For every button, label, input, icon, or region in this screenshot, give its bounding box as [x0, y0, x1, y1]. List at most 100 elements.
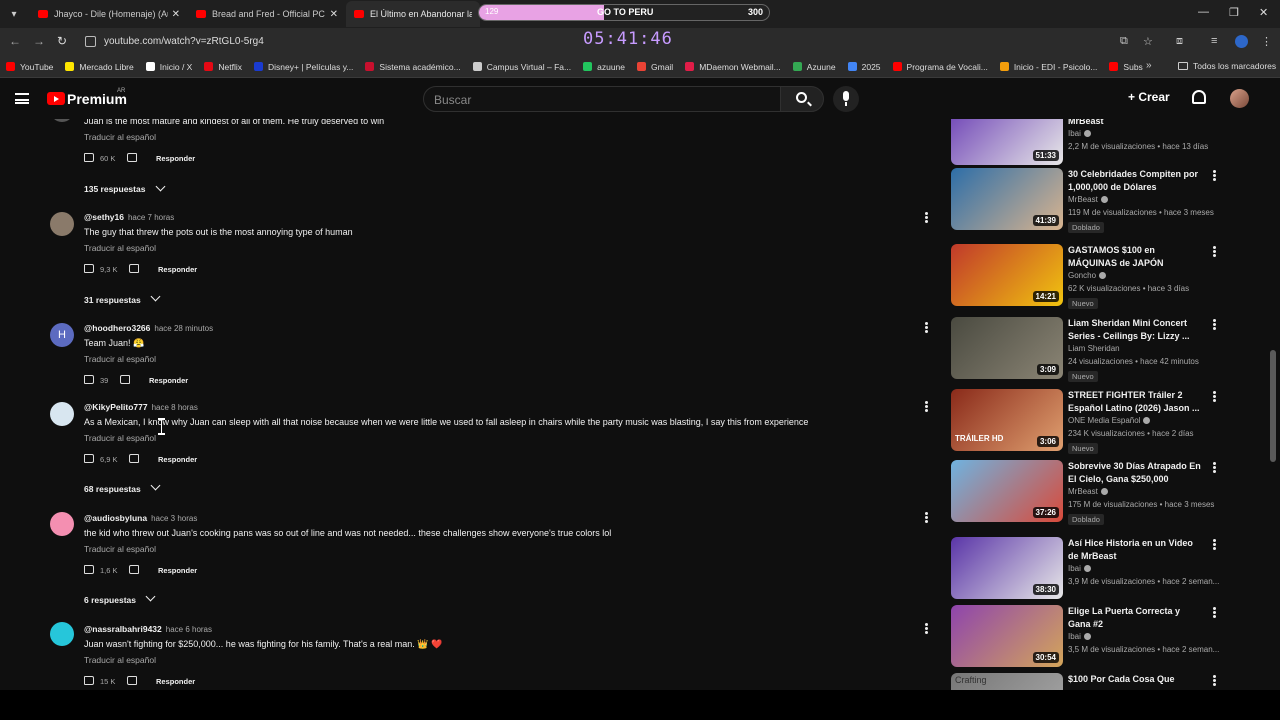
site-info-icon[interactable]: [85, 36, 96, 47]
video-thumbnail[interactable]: 37:26: [951, 460, 1063, 522]
view-replies-button[interactable]: 31 respuestas: [84, 295, 141, 305]
bookmark-item[interactable]: 2025: [847, 62, 881, 72]
comment-avatar[interactable]: [50, 402, 74, 426]
close-window-icon[interactable]: ✕: [1259, 6, 1268, 19]
media-icon[interactable]: ≡: [1211, 35, 1217, 47]
reply-button[interactable]: Responder: [149, 376, 188, 385]
comment-menu-icon[interactable]: [925, 512, 928, 523]
like-icon[interactable]: [84, 565, 94, 574]
bookmark-item[interactable]: Subs: [1109, 62, 1143, 72]
like-icon[interactable]: [84, 676, 94, 685]
video-title[interactable]: $100 Por Cada Cosa Que: [1068, 673, 1203, 686]
back-icon[interactable]: ←: [9, 34, 21, 48]
video-title[interactable]: 30 Celebridades Compiten por 1,000,000 d…: [1068, 168, 1203, 194]
video-menu-icon[interactable]: [1213, 607, 1216, 618]
video-title[interactable]: Elige La Puerta Correcta y Gana #2: [1068, 605, 1203, 631]
view-replies-button[interactable]: 68 respuestas: [84, 484, 141, 494]
bookmark-item[interactable]: Programa de Vocali...: [892, 62, 988, 72]
youtube-logo-icon[interactable]: [47, 92, 65, 105]
comment-author[interactable]: @hoodhero3266 hace 28 minutos: [84, 323, 213, 333]
voice-search-icon[interactable]: [833, 86, 859, 112]
channel-name[interactable]: Liam Sheridan: [1068, 344, 1120, 353]
comment-menu-icon[interactable]: [925, 401, 928, 412]
channel-name[interactable]: MrBeast: [1068, 487, 1108, 496]
bookmark-item[interactable]: azuune: [583, 62, 625, 72]
channel-name[interactable]: Ibai: [1068, 564, 1091, 573]
maximize-icon[interactable]: ❐: [1229, 6, 1239, 19]
page-scrollbar[interactable]: [1270, 350, 1276, 462]
browser-profile-icon[interactable]: [1235, 35, 1248, 48]
channel-name[interactable]: Ibai: [1068, 632, 1091, 641]
reload-icon[interactable]: ↻: [57, 34, 67, 48]
close-tab-icon[interactable]: ✕: [172, 9, 180, 20]
comment-avatar[interactable]: H: [50, 323, 74, 347]
comment-author[interactable]: @audiosbyluna hace 3 horas: [84, 513, 197, 523]
video-title[interactable]: STREET FIGHTER Tráiler 2 Español Latino …: [1068, 389, 1203, 415]
video-thumbnail[interactable]: 30:54: [951, 605, 1063, 667]
video-thumbnail[interactable]: 41:39: [951, 168, 1063, 230]
comment-avatar[interactable]: [50, 212, 74, 236]
video-menu-icon[interactable]: [1213, 246, 1216, 257]
translate-link[interactable]: Traducir al español: [84, 354, 156, 364]
more-bookmarks-icon[interactable]: »: [1146, 60, 1152, 71]
video-menu-icon[interactable]: [1213, 319, 1216, 330]
all-bookmarks-folder[interactable]: Todos los marcadores: [1178, 61, 1276, 71]
reply-button[interactable]: Responder: [156, 154, 195, 163]
reply-button[interactable]: Responder: [156, 677, 195, 686]
video-title[interactable]: Sobrevive 30 Días Atrapado En El Cielo, …: [1068, 460, 1203, 486]
dislike-icon[interactable]: [120, 375, 130, 384]
translate-link[interactable]: Traducir al español: [84, 243, 156, 253]
browser-tab[interactable]: Bread and Fred - Official PC La ✕: [188, 1, 346, 27]
reply-button[interactable]: Responder: [158, 455, 197, 464]
channel-name[interactable]: Goncho: [1068, 271, 1107, 280]
channel-name[interactable]: MrBeast: [1068, 195, 1108, 204]
like-icon[interactable]: [84, 264, 94, 273]
like-icon[interactable]: [84, 454, 94, 463]
video-title[interactable]: Liam Sheridan Mini Concert Series - Ceil…: [1068, 317, 1203, 343]
translate-link[interactable]: Traducir al español: [84, 655, 156, 665]
dislike-icon[interactable]: [129, 264, 139, 273]
bookmark-item[interactable]: Gmail: [637, 62, 673, 72]
view-replies-button[interactable]: 6 respuestas: [84, 595, 136, 605]
dislike-icon[interactable]: [129, 454, 139, 463]
comment-menu-icon[interactable]: [925, 322, 928, 333]
video-menu-icon[interactable]: [1213, 539, 1216, 550]
url-field[interactable]: youtube.com/watch?v=zRtGL0-5rg4: [104, 36, 264, 47]
cast-icon[interactable]: ⧉: [1120, 35, 1128, 48]
like-icon[interactable]: [84, 375, 94, 384]
channel-name[interactable]: ONE Media Español: [1068, 416, 1151, 425]
video-thumbnail[interactable]: TRÁILER HD 3:06: [951, 389, 1063, 451]
channel-name[interactable]: Ibai: [1068, 129, 1091, 138]
close-tab-icon[interactable]: ✕: [330, 9, 338, 20]
like-icon[interactable]: [84, 153, 94, 162]
bookmark-item[interactable]: Sistema académico...: [365, 62, 461, 72]
dislike-icon[interactable]: [129, 565, 139, 574]
bookmark-item[interactable]: Inicio - EDI - Psicolo...: [999, 62, 1097, 72]
browser-tab[interactable]: Jhayco - Dile (Homenaje) (Audi ✕: [30, 1, 188, 27]
comment-avatar[interactable]: [50, 512, 74, 536]
dislike-icon[interactable]: [127, 153, 137, 162]
notifications-icon[interactable]: [1192, 90, 1206, 104]
account-avatar[interactable]: [1230, 89, 1249, 108]
browser-tab-active[interactable]: El Último en Abandonar la Tier: [346, 1, 480, 27]
create-button[interactable]: + Crear: [1128, 90, 1170, 104]
minimize-icon[interactable]: —: [1198, 6, 1209, 18]
bookmark-star-icon[interactable]: ☆: [1143, 35, 1153, 48]
bookmark-item[interactable]: Azuune: [792, 62, 836, 72]
comment-author[interactable]: @KikyPelito777 hace 8 horas: [84, 402, 198, 412]
view-replies-button[interactable]: 135 respuestas: [84, 184, 145, 194]
comment-menu-icon[interactable]: [925, 212, 928, 223]
video-thumbnail[interactable]: 3:09: [951, 317, 1063, 379]
search-button[interactable]: [780, 86, 824, 112]
comment-author[interactable]: @nassralbahri9432 hace 6 horas: [84, 624, 212, 634]
bookmark-item[interactable]: Netflix: [204, 62, 242, 72]
menu-icon[interactable]: [15, 93, 29, 104]
translate-link[interactable]: Traducir al español: [84, 132, 156, 142]
tab-search-icon[interactable]: ▾: [4, 4, 24, 24]
comment-menu-icon[interactable]: [925, 623, 928, 634]
video-thumbnail[interactable]: 38:30: [951, 537, 1063, 599]
browser-menu-icon[interactable]: ⋮: [1261, 35, 1272, 48]
video-menu-icon[interactable]: [1213, 462, 1216, 473]
dislike-icon[interactable]: [127, 676, 137, 685]
bookmark-item[interactable]: YouTube: [6, 62, 53, 72]
